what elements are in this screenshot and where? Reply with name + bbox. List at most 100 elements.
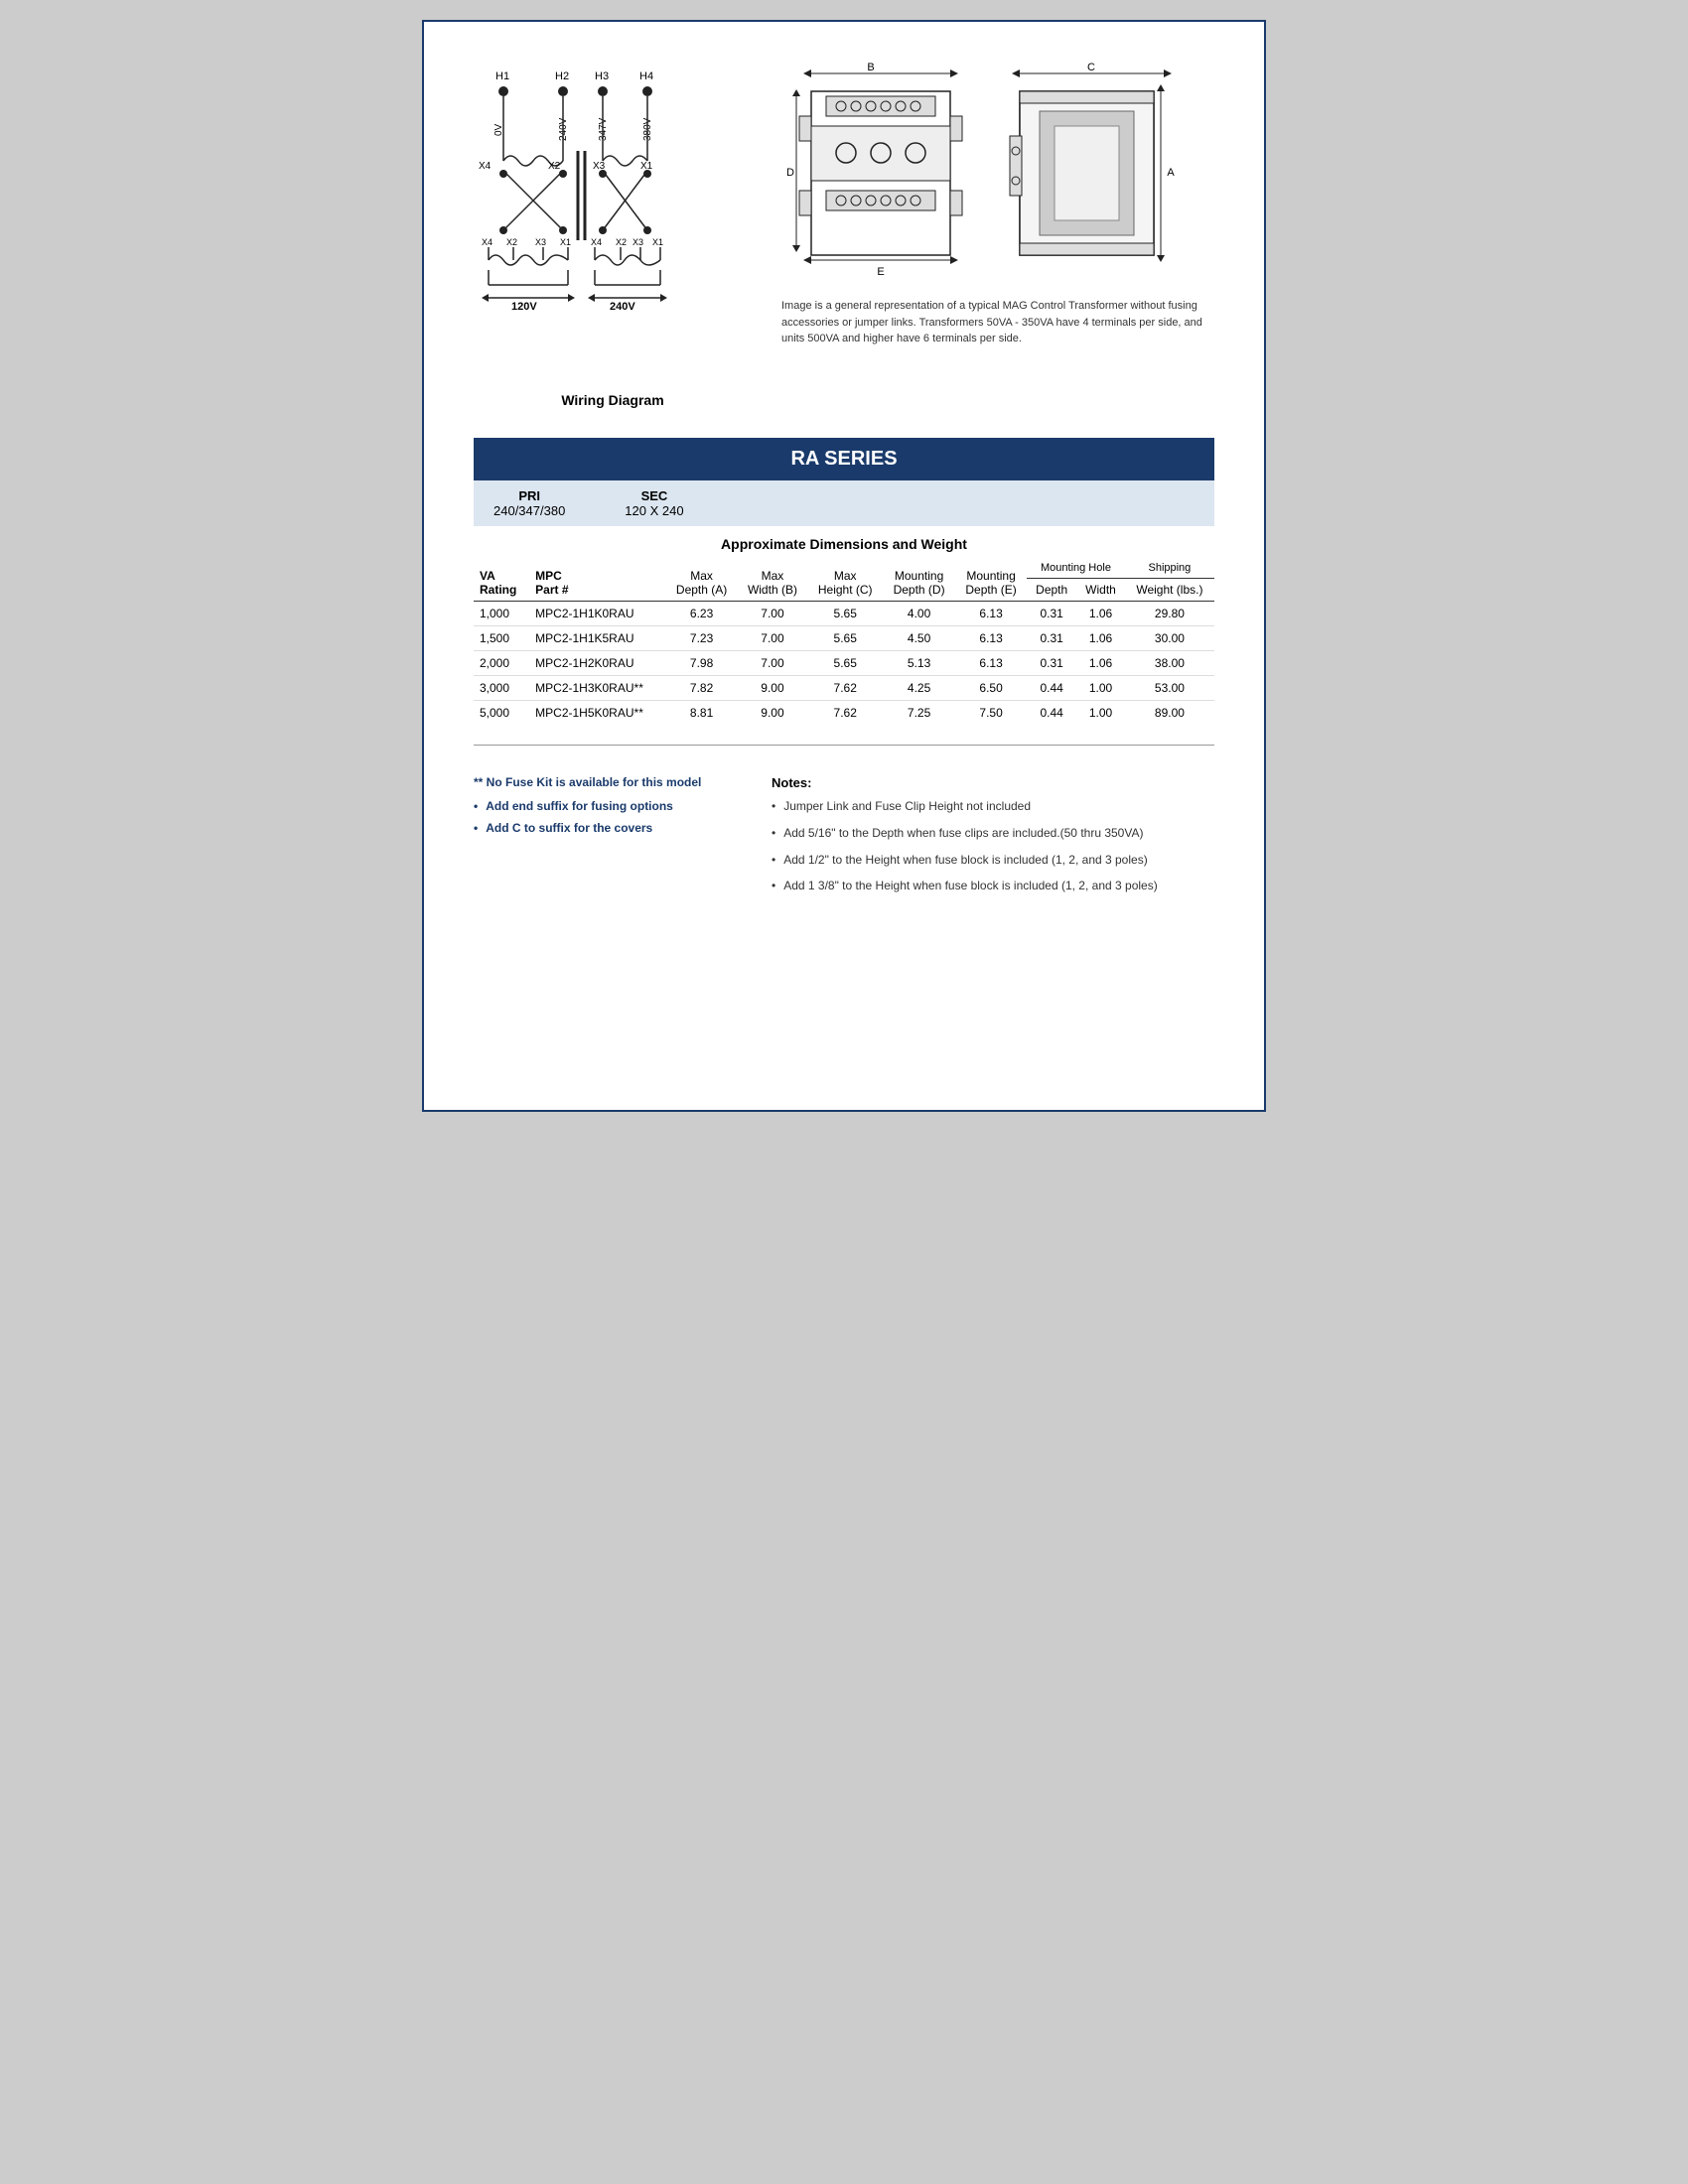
svg-text:X4: X4: [482, 237, 492, 247]
col-group-mh: Mounting Hole: [1027, 558, 1125, 579]
cell-ship-wt: 30.00: [1125, 626, 1214, 651]
cell-width: 9.00: [738, 701, 808, 726]
svg-text:D: D: [786, 167, 794, 179]
cell-part: MPC2-1H2K0RAU: [529, 651, 665, 676]
col-mount-d: MountingDepth (D): [883, 558, 955, 602]
col-mh-width: Width: [1076, 579, 1125, 602]
cell-mh-depth: 0.31: [1027, 651, 1076, 676]
left-bullets: Add end suffix for fusing options Add C …: [474, 799, 732, 835]
cell-mh-depth: 0.44: [1027, 676, 1076, 701]
svg-text:X3: X3: [535, 237, 546, 247]
left-bullet-1: Add end suffix for fusing options: [474, 799, 732, 813]
svg-text:H1: H1: [495, 70, 509, 82]
col-mh-depth: Depth: [1027, 579, 1076, 602]
cell-mh-depth: 0.44: [1027, 701, 1076, 726]
spec-header: PRI 240/347/380 SEC 120 X 240: [474, 480, 1214, 526]
col-width: MaxWidth (B): [738, 558, 808, 602]
cell-mount-e: 6.50: [955, 676, 1027, 701]
cell-depth: 6.23: [666, 602, 738, 626]
svg-text:X2: X2: [616, 237, 627, 247]
cell-mount-d: 4.00: [883, 602, 955, 626]
cell-mount-e: 6.13: [955, 626, 1027, 651]
col-mount-e: MountingDepth (E): [955, 558, 1027, 602]
cell-part: MPC2-1H1K5RAU: [529, 626, 665, 651]
cell-height: 5.65: [807, 651, 883, 676]
pri-label: PRI: [518, 488, 540, 503]
transformer-section: B D E: [781, 62, 1214, 408]
cell-height: 5.65: [807, 602, 883, 626]
cell-mount-d: 7.25: [883, 701, 955, 726]
transformer-side-svg: C A: [1000, 62, 1179, 280]
right-bullet: Add 1 3/8" to the Height when fuse block…: [772, 878, 1214, 894]
svg-text:X2: X2: [548, 161, 561, 172]
cell-mount-e: 7.50: [955, 701, 1027, 726]
right-bullet: Add 5/16" to the Depth when fuse clips a…: [772, 825, 1214, 842]
cell-depth: 7.98: [666, 651, 738, 676]
right-bullets: Jumper Link and Fuse Clip Height not inc…: [772, 798, 1214, 894]
cell-mount-e: 6.13: [955, 651, 1027, 676]
sec-value: 120 X 240: [625, 503, 683, 518]
bottom-section: ** No Fuse Kit is available for this mod…: [474, 775, 1214, 904]
notes-right: Notes: Jumper Link and Fuse Clip Height …: [772, 775, 1214, 904]
cell-va: 1,000: [474, 602, 529, 626]
top-section: H1 H2 H3 H4 0V 240V 347V 380V: [474, 62, 1214, 408]
cell-width: 7.00: [738, 602, 808, 626]
sec-label: SEC: [641, 488, 668, 503]
wiring-section: H1 H2 H3 H4 0V 240V 347V 380V: [474, 62, 752, 408]
table-row: 1,000 MPC2-1H1K0RAU 6.23 7.00 5.65 4.00 …: [474, 602, 1214, 626]
svg-text:B: B: [867, 62, 874, 73]
pri-value: 240/347/380: [493, 503, 565, 518]
svg-text:X2: X2: [506, 237, 517, 247]
cell-ship-wt: 53.00: [1125, 676, 1214, 701]
svg-text:X3: X3: [633, 237, 643, 247]
ra-series-section: RA SERIES PRI 240/347/380 SEC 120 X 240 …: [474, 438, 1214, 725]
col-ship-weight: Weight (lbs.): [1125, 579, 1214, 602]
svg-text:X4: X4: [479, 161, 492, 172]
cell-height: 7.62: [807, 701, 883, 726]
cell-mount-d: 4.25: [883, 676, 955, 701]
cell-ship-wt: 29.80: [1125, 602, 1214, 626]
cell-part: MPC2-1H1K0RAU: [529, 602, 665, 626]
cell-part: MPC2-1H3K0RAU**: [529, 676, 665, 701]
cell-va: 1,500: [474, 626, 529, 651]
cell-ship-wt: 38.00: [1125, 651, 1214, 676]
cell-mh-depth: 0.31: [1027, 626, 1076, 651]
svg-text:X1: X1: [560, 237, 571, 247]
table-row: 1,500 MPC2-1H1K5RAU 7.23 7.00 5.65 4.50 …: [474, 626, 1214, 651]
right-bullet: Add 1/2" to the Height when fuse block i…: [772, 852, 1214, 869]
cell-mh-width: 1.06: [1076, 651, 1125, 676]
page: H1 H2 H3 H4 0V 240V 347V 380V: [422, 20, 1266, 1112]
svg-text:X4: X4: [591, 237, 602, 247]
cell-height: 5.65: [807, 626, 883, 651]
svg-text:X1: X1: [652, 237, 663, 247]
cell-width: 7.00: [738, 626, 808, 651]
svg-text:H2: H2: [555, 70, 569, 82]
cell-va: 2,000: [474, 651, 529, 676]
data-table: VARating MPCPart # MaxDepth (A) MaxWidth…: [474, 558, 1214, 725]
cell-mount-d: 4.50: [883, 626, 955, 651]
table-row: 2,000 MPC2-1H2K0RAU 7.98 7.00 5.65 5.13 …: [474, 651, 1214, 676]
svg-text:H4: H4: [639, 70, 653, 82]
transformer-caption: Image is a general representation of a t…: [781, 298, 1214, 347]
separator: [474, 745, 1214, 746]
wiring-label: Wiring Diagram: [474, 392, 752, 408]
svg-text:C: C: [1087, 62, 1095, 73]
col-height: MaxHeight (C): [807, 558, 883, 602]
cell-mh-depth: 0.31: [1027, 602, 1076, 626]
svg-text:A: A: [1167, 167, 1175, 179]
svg-text:240V: 240V: [610, 301, 635, 313]
col-va: VARating: [474, 558, 529, 602]
left-bullet-2: Add C to suffix for the covers: [474, 821, 732, 835]
cell-width: 7.00: [738, 651, 808, 676]
no-fuse-text: ** No Fuse Kit is available for this mod…: [474, 775, 732, 789]
wiring-diagram-svg: H1 H2 H3 H4 0V 240V 347V 380V: [474, 62, 752, 384]
col-part: MPCPart #: [529, 558, 665, 602]
series-title: RA SERIES: [790, 448, 897, 470]
cell-mh-width: 1.06: [1076, 602, 1125, 626]
ra-series-header: RA SERIES: [474, 438, 1214, 480]
dimensions-title: Approximate Dimensions and Weight: [474, 526, 1214, 558]
cell-depth: 7.23: [666, 626, 738, 651]
sec-spec: SEC 120 X 240: [625, 488, 683, 518]
cell-mount-e: 6.13: [955, 602, 1027, 626]
col-depth: MaxDepth (A): [666, 558, 738, 602]
